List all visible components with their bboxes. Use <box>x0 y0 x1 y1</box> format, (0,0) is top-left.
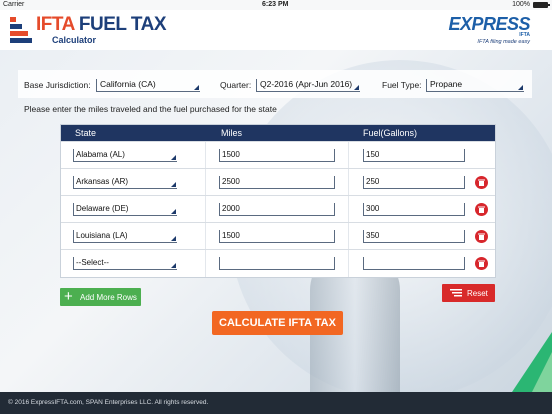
plus-icon: + <box>64 288 73 305</box>
dropdown-caret-icon <box>354 85 359 90</box>
dropdown-caret-icon <box>171 182 176 187</box>
col-header-miles: Miles <box>221 128 243 138</box>
app-header: IFTA FUEL TAX Calculator EXPRESS IFTA IF… <box>0 10 552 50</box>
state-select[interactable]: --Select-- <box>73 257 177 270</box>
delete-row-button[interactable] <box>475 203 488 216</box>
quarter-label: Quarter: <box>220 80 252 90</box>
quarter-select[interactable]: Q2-2016 (Apr-Jun 2016) <box>256 79 360 92</box>
dropdown-caret-icon <box>171 155 176 160</box>
fuel-input[interactable]: 250 <box>363 176 465 189</box>
calculate-ifta-tax-button[interactable]: CALCULATE IFTA TAX <box>212 311 343 335</box>
mileage-table: State Miles Fuel(Gallons) Alabama (AL) 1… <box>60 124 496 278</box>
fuel-input[interactable]: 300 <box>363 203 465 216</box>
miles-input[interactable] <box>219 257 335 270</box>
delete-row-button[interactable] <box>475 257 488 270</box>
state-select[interactable]: Delaware (DE) <box>73 203 177 216</box>
jurisdiction-select[interactable]: California (CA) <box>96 79 200 92</box>
col-header-state: State <box>75 128 97 138</box>
miles-input[interactable]: 1500 <box>219 230 335 243</box>
reset-button[interactable]: Reset <box>442 284 495 302</box>
fuel-type-select[interactable]: Propane <box>426 79 524 92</box>
express-tagline: IFTA filing made easy <box>477 39 530 45</box>
delete-row-button[interactable] <box>475 230 488 243</box>
trash-icon <box>478 260 485 267</box>
fuel-input[interactable]: 150 <box>363 149 465 162</box>
table-row: Arkansas (AR) 2500 250 <box>61 168 495 195</box>
app-title: IFTA FUEL TAX <box>36 14 167 35</box>
table-row: --Select-- <box>61 249 495 276</box>
clock: 6:23 PM <box>262 1 289 8</box>
status-bar: Carrier 6:23 PM 100% <box>0 0 552 10</box>
state-select[interactable]: Alabama (AL) <box>73 149 177 162</box>
express-ifta-logo: EXPRESS <box>448 14 530 34</box>
carrier-label: Carrier <box>3 1 25 8</box>
footer: © 2016 ExpressIFTA.com, SPAN Enterprises… <box>0 392 552 414</box>
jurisdiction-label: Base Jurisdiction: <box>24 80 91 90</box>
app-subtitle: Calculator <box>52 35 97 45</box>
express-ifta-sub: IFTA <box>519 32 530 38</box>
copyright-text: © 2016 ExpressIFTA.com, SPAN Enterprises… <box>8 399 209 406</box>
delete-row-button[interactable] <box>475 176 488 189</box>
miles-input[interactable]: 2500 <box>219 176 335 189</box>
dropdown-caret-icon <box>194 85 199 90</box>
dropdown-caret-icon <box>518 85 523 90</box>
fuel-input[interactable]: 350 <box>363 230 465 243</box>
add-more-rows-button[interactable]: + Add More Rows <box>60 288 141 306</box>
trash-icon <box>478 206 485 213</box>
table-row: Alabama (AL) 1500 150 <box>61 141 495 168</box>
trash-icon <box>478 233 485 240</box>
table-row: Louisiana (LA) 1500 350 <box>61 222 495 249</box>
instruction-text: Please enter the miles traveled and the … <box>24 104 277 114</box>
miles-input[interactable]: 2000 <box>219 203 335 216</box>
dropdown-caret-icon <box>171 236 176 241</box>
fuel-input[interactable] <box>363 257 465 270</box>
miles-input[interactable]: 1500 <box>219 149 335 162</box>
fuel-type-label: Fuel Type: <box>382 80 422 90</box>
dropdown-caret-icon <box>171 263 176 268</box>
trash-icon <box>478 179 485 186</box>
corner-accent-light <box>532 352 552 392</box>
table-row: Delaware (DE) 2000 300 <box>61 195 495 222</box>
state-select[interactable]: Louisiana (LA) <box>73 230 177 243</box>
battery-icon <box>533 2 550 8</box>
battery-percent: 100% <box>512 1 530 8</box>
col-header-fuel: Fuel(Gallons) <box>363 128 418 138</box>
reset-icon <box>450 289 462 297</box>
dropdown-caret-icon <box>171 209 176 214</box>
filter-bar: Base Jurisdiction: California (CA) Quart… <box>18 70 532 98</box>
state-select[interactable]: Arkansas (AR) <box>73 176 177 189</box>
table-header: State Miles Fuel(Gallons) <box>61 125 495 141</box>
